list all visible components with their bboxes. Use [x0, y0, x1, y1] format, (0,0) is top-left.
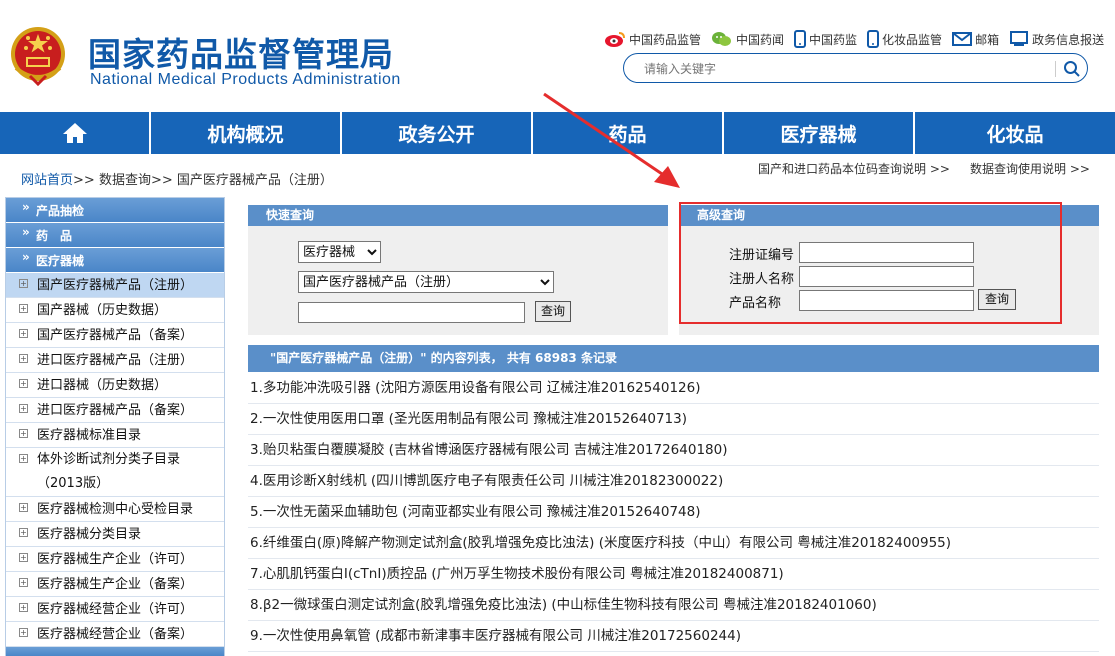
plus-box-icon: +	[19, 503, 28, 512]
plus-box-icon: +	[19, 429, 28, 438]
sidebar-item[interactable]: + 医疗器械经营企业（许可）	[6, 597, 224, 622]
sidebar-item[interactable]: + 医疗器械标准目录	[6, 423, 224, 448]
list-item[interactable]: 5.一次性无菌采血辅助包 (河南亚都实业有限公司 豫械注准20152640748…	[248, 497, 1099, 528]
main-nav: 机构概况 政务公开 药品 医疗器械 化妆品	[0, 112, 1115, 154]
breadcrumb: 网站首页>> 数据查询>> 国产医疗器械产品（注册）	[21, 169, 333, 188]
breadcrumb-data-query[interactable]: 数据查询	[99, 173, 151, 188]
nav-item-gov-affairs[interactable]: 政务公开	[342, 112, 533, 154]
site-subtitle: National Medical Products Administration	[90, 71, 401, 88]
drug-code-help-link[interactable]: 国产和进口药品本位码查询说明 >>	[758, 160, 950, 177]
top-link-weibo[interactable]: 中国药品监管	[604, 30, 701, 48]
quick-search-panel: 快速查询 医疗器械 国产医疗器械产品（注册） 查询	[248, 205, 668, 335]
plus-box-icon: +	[19, 603, 28, 612]
quick-search-title: 快速查询	[248, 205, 668, 226]
list-item[interactable]: 8.β2一微球蛋白测定试剂盒(胶乳增强免疫比浊法) (中山标佳生物科技有限公司 …	[248, 590, 1099, 621]
chevron-double-icon: »	[22, 225, 30, 239]
sidebar-item[interactable]: + 体外诊断试剂分类子目录（2013版）	[6, 448, 224, 497]
weibo-icon	[605, 32, 625, 47]
sidebar-item[interactable]: + 国产医疗器械产品（注册）	[6, 273, 224, 298]
plus-box-icon: +	[19, 628, 28, 637]
sidebar-item[interactable]: + 医疗器械经营企业（备案）	[6, 622, 224, 647]
plus-box-icon: +	[19, 578, 28, 587]
top-link-mail[interactable]: 邮箱	[952, 31, 999, 48]
home-icon	[62, 123, 87, 143]
plus-box-icon: +	[19, 379, 28, 388]
list-item[interactable]: 7.心肌肌钙蛋白I(cTnI)质控品 (广州万孚生物技术股份有限公司 粤械注准2…	[248, 559, 1099, 590]
list-item[interactable]: 1.多功能冲洗吸引器 (沈阳方源医用设备有限公司 辽械注准20162540126…	[248, 373, 1099, 404]
plus-box-icon: +	[19, 553, 28, 562]
plus-box-icon: +	[19, 354, 28, 363]
sidebar-item[interactable]: + 医疗器械检测中心受检目录	[6, 497, 224, 522]
monitor-icon	[1010, 31, 1029, 46]
breadcrumb-current: 国产医疗器械产品（注册）	[176, 173, 333, 188]
sidebar-item[interactable]: + 国产医疗器械产品（备案）	[6, 323, 224, 348]
results-header: "国产医疗器械产品（注册）" 的内容列表， 共有 68983 条记录	[248, 345, 1099, 372]
search-divider	[1055, 61, 1056, 77]
national-emblem-icon	[11, 27, 65, 87]
nav-item-drugs[interactable]: 药品	[533, 112, 724, 154]
quick-search-button[interactable]: 查询	[535, 301, 571, 322]
sidebar-header-drugs[interactable]: » 药 品	[6, 223, 224, 248]
sidebar-header-devices[interactable]: » 医疗器械	[6, 248, 224, 273]
list-item[interactable]: 3.贻贝粘蛋白覆膜凝胶 (吉林省博涵医疗器械有限公司 吉械注准201726401…	[248, 435, 1099, 466]
sidebar-header-sampling[interactable]: » 产品抽检	[6, 198, 224, 223]
top-link-wechat[interactable]: 中国药闻	[711, 30, 784, 48]
data-query-help-link[interactable]: 数据查询使用说明 >>	[970, 160, 1090, 177]
plus-box-icon: +	[19, 454, 28, 463]
nav-item-devices[interactable]: 医疗器械	[724, 112, 915, 154]
sidebar-item[interactable]: + 医疗器械分类目录	[6, 522, 224, 547]
breadcrumb-home[interactable]: 网站首页	[21, 173, 73, 188]
plus-box-icon: +	[19, 304, 28, 313]
plus-box-icon: +	[19, 329, 28, 338]
search-icon[interactable]	[1062, 59, 1082, 79]
sidebar-item[interactable]: + 进口医疗器械产品（注册）	[6, 348, 224, 373]
plus-box-icon: +	[19, 404, 28, 413]
list-item[interactable]: 2.一次性使用医用口罩 (圣光医用制品有限公司 豫械注准20152640713)	[248, 404, 1099, 435]
top-link-app[interactable]: 中国药监	[794, 30, 857, 48]
nav-item-cosmetics[interactable]: 化妆品	[915, 112, 1115, 154]
nav-item-about[interactable]: 机构概况	[151, 112, 342, 154]
keyword-input[interactable]	[298, 302, 525, 323]
breadcrumb-sep: >>	[73, 173, 95, 188]
sidebar-item[interactable]: + 国产器械（历史数据）	[6, 298, 224, 323]
subcategory-select[interactable]: 国产医疗器械产品（注册）	[298, 271, 554, 293]
list-item[interactable]: 6.纤维蛋白(原)降解产物测定试剂盒(胶乳增强免疫比浊法) (米度医疗科技（中山…	[248, 528, 1099, 559]
chevron-double-icon: »	[22, 250, 30, 264]
sidebar-item[interactable]: + 医疗器械生产企业（许可）	[6, 547, 224, 572]
phone-icon	[794, 30, 807, 48]
top-link-report[interactable]: 政务信息报送	[1009, 31, 1104, 48]
plus-box-icon: +	[19, 528, 28, 537]
highlight-box	[679, 202, 1062, 324]
chevron-double-icon: »	[22, 200, 30, 214]
list-item[interactable]: 4.医用诊断X射线机 (四川博凯医疗电子有限责任公司 川械注准201823000…	[248, 466, 1099, 497]
wechat-icon	[712, 32, 732, 46]
nav-home[interactable]	[0, 112, 151, 154]
site-title: 国家药品监督管理局	[88, 35, 394, 74]
mail-icon	[952, 32, 973, 46]
sidebar: » 产品抽检 » 药 品 » 医疗器械 + 国产医疗器械产品（注册） + 国产器械（历史数…	[5, 197, 225, 656]
list-item[interactable]: 9.一次性使用鼻氧管 (成都市新津事丰医疗器械有限公司 川械注准20172560…	[248, 621, 1099, 652]
sidebar-item[interactable]: + 医疗器械生产企业（备案）	[6, 572, 224, 597]
site-header: 国家药品监督管理局 National Medical Products Admi…	[0, 0, 1115, 112]
top-links: 中国药品监管 中国药闻 中国药监 化妆品监管 邮箱 政务信息报送	[604, 30, 1114, 48]
sidebar-header-next[interactable]	[6, 647, 224, 656]
breadcrumb-sep: >>	[150, 173, 173, 188]
sidebar-item[interactable]: + 进口器械（历史数据）	[6, 373, 224, 398]
phone-icon	[867, 30, 880, 48]
category-select[interactable]: 医疗器械	[298, 241, 381, 263]
search-input[interactable]	[644, 60, 1054, 78]
plus-box-icon: +	[19, 279, 28, 288]
search-box	[623, 53, 1088, 83]
top-link-cosmetics[interactable]: 化妆品监管	[867, 30, 942, 48]
sidebar-item[interactable]: + 进口医疗器械产品（备案）	[6, 398, 224, 423]
